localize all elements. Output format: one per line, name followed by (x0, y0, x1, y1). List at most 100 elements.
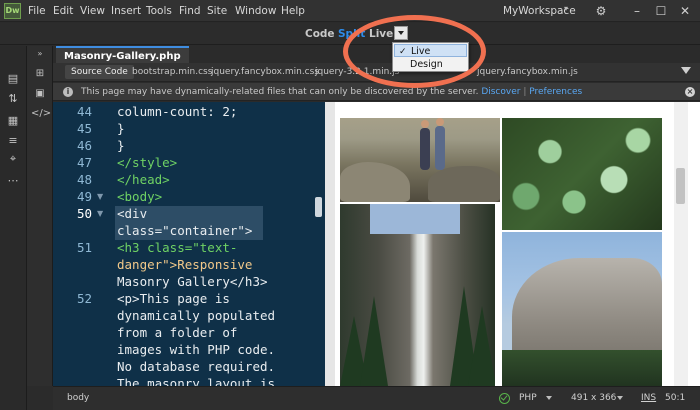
menu-window[interactable]: Window (235, 5, 276, 17)
target-icon[interactable]: ⌖ (5, 152, 21, 166)
line-number: 47 (76, 155, 92, 170)
related-file[interactable]: bootstrap.min.css (132, 67, 212, 77)
photo-detail (360, 296, 388, 386)
close-icon[interactable]: × (685, 87, 695, 97)
format-icon[interactable]: ≡ (5, 134, 21, 148)
tag-selector[interactable]: body (67, 393, 89, 403)
maximize-icon[interactable]: ☐ (652, 2, 670, 20)
gear-icon[interactable]: ⚙ (592, 2, 610, 20)
close-icon[interactable]: ✕ (676, 2, 694, 20)
line-number: 49 (76, 189, 92, 204)
info-icon: i (63, 87, 73, 97)
menu-file[interactable]: File (28, 5, 46, 17)
fold-arrow-icon[interactable]: ▼ (97, 192, 103, 201)
menu-bar: Dw File Edit View Insert Tools Find Site… (0, 0, 700, 22)
photo-detail (420, 128, 430, 170)
code-line: dynamically populated (117, 308, 276, 323)
minimize-icon[interactable]: – (628, 2, 646, 20)
photo-detail (436, 118, 444, 126)
cursor-position: 50:1 (665, 393, 686, 403)
chevron-down-icon[interactable] (546, 396, 552, 400)
line-number: 52 (76, 291, 92, 306)
document-tab[interactable]: Masonry-Gallery.php (56, 46, 189, 63)
sort-icon[interactable]: ⇅ (5, 92, 21, 106)
document-icon[interactable]: ▦ (5, 114, 21, 128)
code-line: Masonry Gallery</h3> (117, 274, 268, 289)
filter-icon[interactable] (681, 67, 691, 74)
code-line: </style> (117, 155, 178, 170)
left-toolbar: ▤ ⇅ ▦ ≡ ⌖ ⋯ (0, 46, 27, 410)
line-number: 46 (76, 138, 92, 153)
code-line: } (117, 121, 125, 136)
preferences-link[interactable]: Preferences (529, 87, 582, 97)
info-message: This page may have dynamically-related f… (81, 87, 582, 97)
photo-detail (468, 306, 495, 386)
file-icon[interactable]: ▤ (5, 72, 21, 86)
live-view-pane[interactable] (335, 102, 700, 386)
related-file-source-code[interactable]: Source Code (65, 65, 134, 79)
photo-detail (340, 162, 410, 202)
gallery-photo-waterfall[interactable] (340, 204, 495, 386)
menu-site[interactable]: Site (207, 5, 227, 17)
annotation-circle (343, 15, 486, 88)
info-separator: | (523, 87, 527, 97)
chevron-down-icon[interactable] (617, 396, 623, 400)
code-line: column-count: 2; (117, 104, 238, 119)
line-number: 45 (76, 121, 92, 136)
status-bar: body PHP 491 x 366 INS 50:1 (53, 386, 700, 410)
code-line: } (117, 138, 125, 153)
menu-help[interactable]: Help (281, 5, 305, 17)
code-editor[interactable]: 44 45 46 47 48 49 50 51 52 ▼ ▼ column-co… (53, 102, 325, 386)
window-size[interactable]: 491 x 366 (571, 393, 616, 403)
related-file[interactable]: jquery.fancybox.min.css (211, 67, 319, 77)
photo-detail (435, 126, 445, 170)
info-bar: i This page may have dynamically-related… (53, 83, 700, 101)
code-tag-icon[interactable]: </> (31, 106, 51, 122)
expand-icon[interactable]: » (31, 46, 49, 62)
live-view-scrollbar[interactable] (674, 102, 688, 386)
code-view-button[interactable]: Code (305, 28, 335, 40)
menu-view[interactable]: View (80, 5, 105, 17)
code-line: No database required. (117, 359, 276, 374)
insert-icon[interactable]: ▣ (31, 86, 49, 102)
chevron-down-icon[interactable]: ▾ (564, 4, 568, 13)
code-line: <p>This page is (117, 291, 230, 306)
gallery-photo-hikers[interactable] (340, 118, 500, 202)
photo-detail (502, 350, 662, 386)
photo-detail (421, 120, 429, 128)
panel-strip: » ⊞ ▣ </> (27, 46, 53, 386)
scrollbar-thumb[interactable] (676, 168, 685, 204)
code-line: from a folder of (117, 325, 238, 340)
menu-find[interactable]: Find (179, 5, 201, 17)
dom-tree-icon[interactable]: ⊞ (31, 66, 49, 82)
line-number: 44 (76, 104, 92, 119)
code-line: <div (117, 206, 148, 221)
code-scrollbar[interactable] (325, 102, 335, 386)
code-line: danger">Responsive (117, 257, 253, 272)
code-line: images with PHP code. (117, 342, 276, 357)
fold-arrow-icon[interactable]: ▼ (97, 209, 103, 218)
gallery-photo-foliage[interactable] (502, 118, 662, 230)
code-line: </head> (117, 172, 170, 187)
code-line: <h3 class="text- (117, 240, 238, 255)
menu-edit[interactable]: Edit (53, 5, 73, 17)
menu-tools[interactable]: Tools (146, 5, 172, 17)
photo-detail (428, 166, 500, 202)
line-number: 51 (76, 240, 92, 255)
language-selector[interactable]: PHP (519, 393, 537, 403)
dreamweaver-logo: Dw (4, 3, 21, 19)
photo-detail (370, 204, 460, 234)
split-resize-handle[interactable] (315, 197, 322, 217)
more-icon[interactable]: ⋯ (5, 174, 21, 188)
insert-mode[interactable]: INS (641, 393, 656, 403)
line-number: 48 (76, 172, 92, 187)
code-line: class="container"> (117, 223, 253, 238)
discover-link[interactable]: Discover (481, 87, 520, 97)
menu-insert[interactable]: Insert (111, 5, 141, 17)
check-circle-icon (499, 393, 510, 404)
code-line: The masonry layout is (117, 376, 276, 386)
code-line: <body> (117, 189, 163, 204)
info-message-text: This page may have dynamically-related f… (81, 87, 479, 97)
related-file[interactable]: jquery.fancybox.min.js (477, 67, 578, 77)
gallery-photo-half-dome[interactable] (502, 232, 662, 386)
